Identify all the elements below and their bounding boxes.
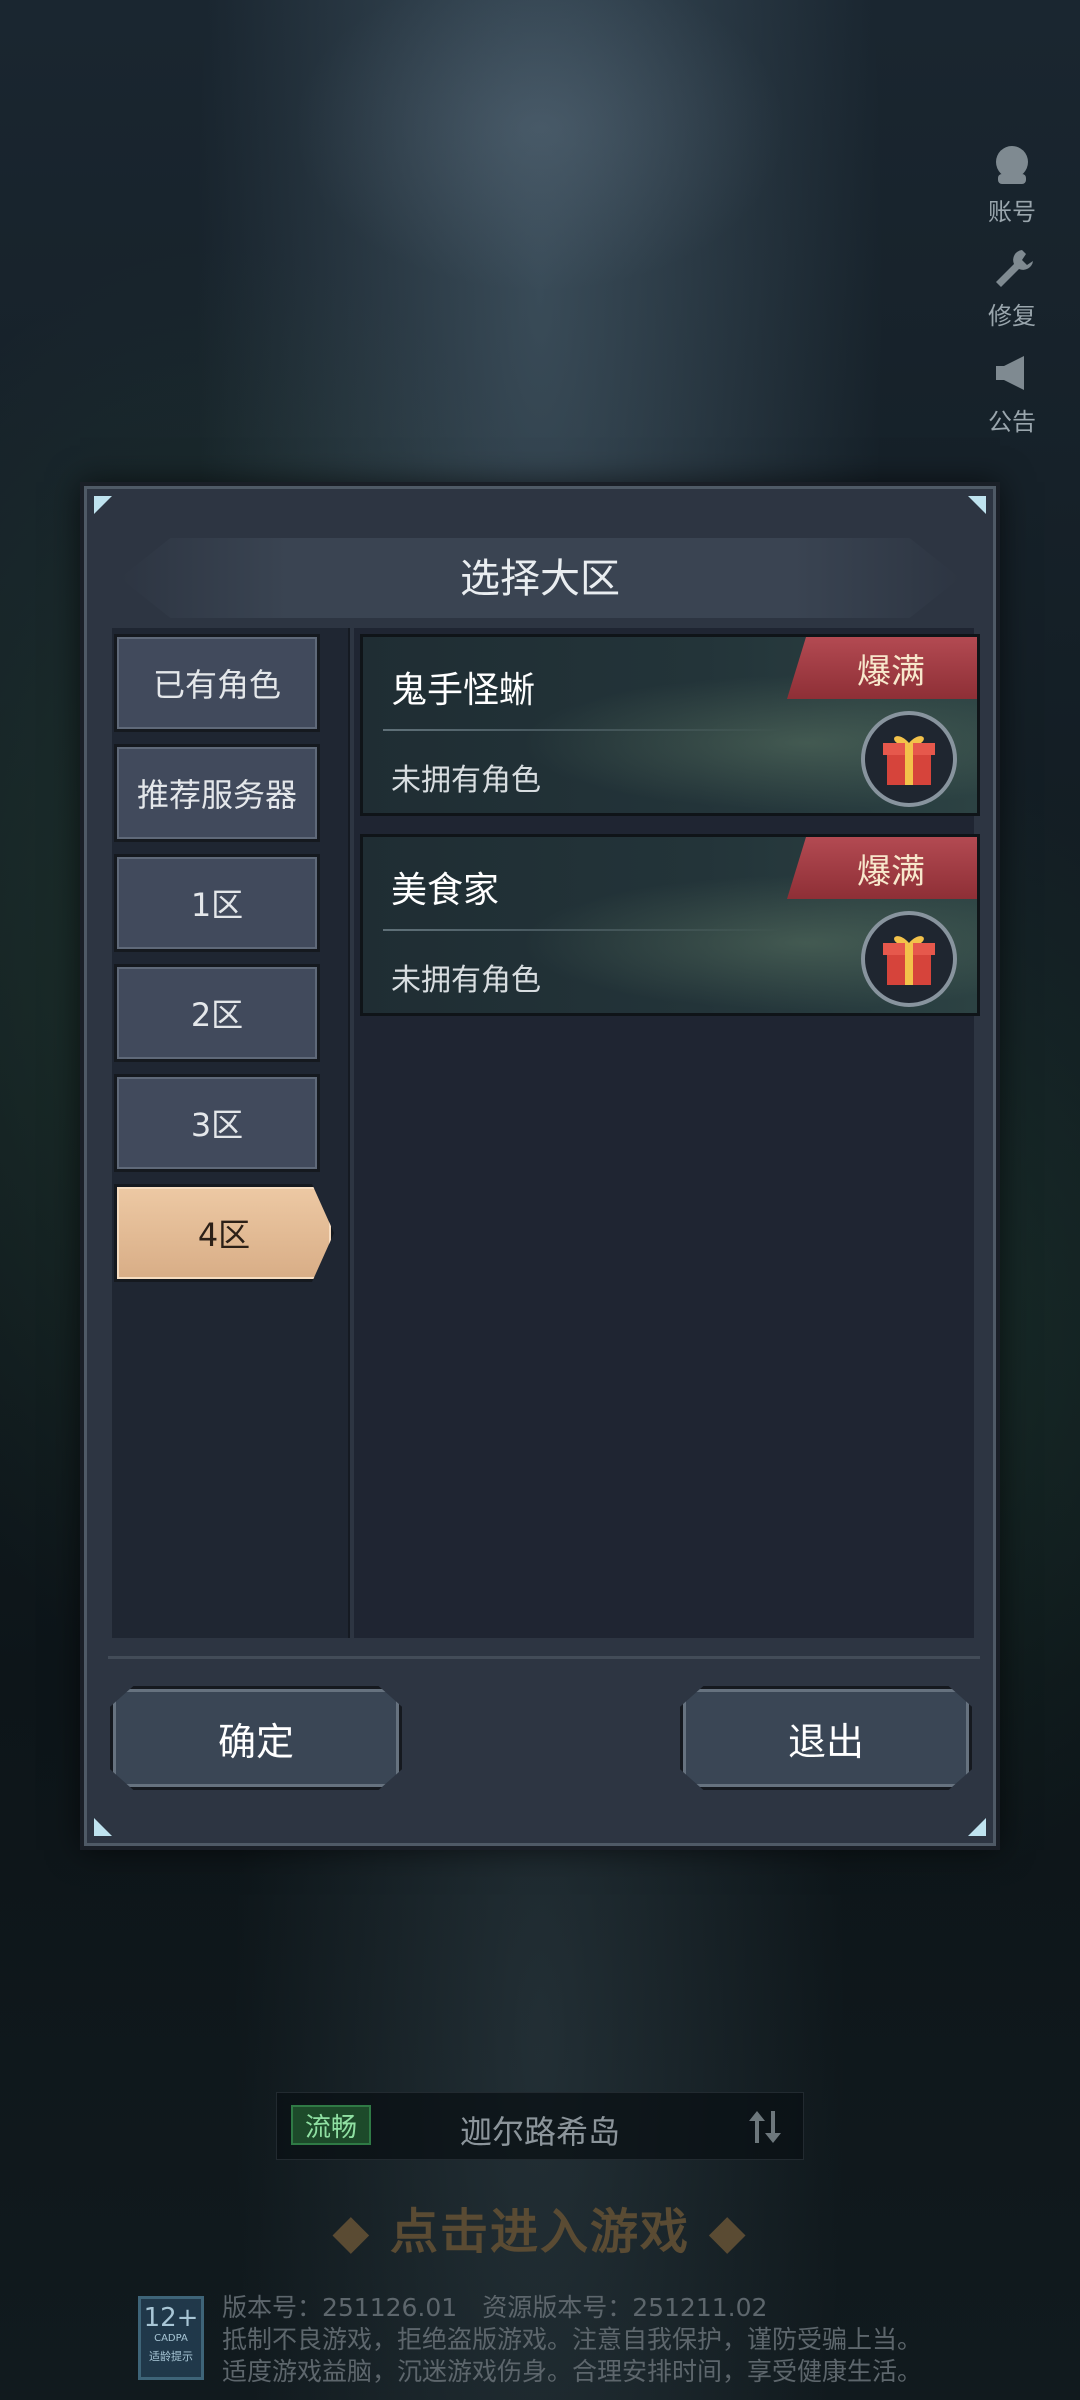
- repair-button[interactable]: 修复: [972, 244, 1052, 331]
- swap-icon: [749, 2111, 781, 2143]
- divider: [108, 1656, 980, 1659]
- age-rating: 12+: [143, 2303, 199, 2333]
- server-name: 美食家: [391, 870, 500, 911]
- select-zone-dialog: 选择大区 已有角色 推荐服务器 1区 2区 3区 4区 鬼手怪蜥 未拥有角色 爆…: [80, 482, 1000, 1850]
- zone-tab-2[interactable]: 2区: [114, 964, 320, 1062]
- corner-ornament: [94, 1818, 112, 1836]
- zone-tab-3[interactable]: 3区: [114, 1074, 320, 1172]
- account-icon: [996, 146, 1028, 184]
- account-label: 账号: [988, 198, 1036, 226]
- divider: [383, 729, 783, 731]
- corner-ornament: [968, 1818, 986, 1836]
- megaphone-icon: [996, 356, 1024, 390]
- corner-ornament: [94, 496, 112, 514]
- dialog-title: 选择大区: [460, 556, 620, 602]
- age-caption: 适龄提示: [149, 2350, 193, 2363]
- tap-to-enter-game[interactable]: ◆ 点击进入游戏 ◆: [0, 2192, 1080, 2262]
- health-notice-line: 抵制不良游戏，拒绝盗版游戏。注意自我保护，谨防受骗上当。: [222, 2325, 923, 2354]
- status-badge: 爆满: [787, 637, 977, 699]
- server-role-status: 未拥有角色: [391, 763, 541, 798]
- version-info: 版本号：251126.01 资源版本号：251211.02: [222, 2293, 768, 2322]
- status-badge: 爆满: [787, 837, 977, 899]
- age-rating-badge: 12+ CADPA 适龄提示: [138, 2296, 204, 2380]
- current-server-selector[interactable]: 流畅 迦尔路希岛: [276, 2092, 804, 2160]
- gift-button[interactable]: [861, 711, 957, 807]
- notice-label: 公告: [988, 408, 1036, 436]
- confirm-button[interactable]: 确定: [110, 1686, 402, 1790]
- server-card[interactable]: 美食家 未拥有角色 爆满: [360, 834, 980, 1016]
- wrench-icon: [996, 250, 1033, 287]
- gift-icon: [883, 936, 935, 985]
- background-art: [250, 0, 830, 320]
- age-org: CADPA: [154, 2333, 188, 2344]
- gift-button[interactable]: [861, 911, 957, 1007]
- server-role-status: 未拥有角色: [391, 963, 541, 998]
- zone-tab-existing-roles[interactable]: 已有角色: [114, 634, 320, 732]
- corner-ornament: [968, 496, 986, 514]
- account-button[interactable]: 账号: [972, 140, 1052, 227]
- legal-notice: 版本号：251126.01 资源版本号：251211.02 抵制不良游戏，拒绝盗…: [222, 2292, 922, 2388]
- health-notice-line: 适度游戏益脑，沉迷游戏伤身。合理安排时间，享受健康生活。: [222, 2357, 923, 2386]
- gift-icon: [883, 736, 935, 785]
- repair-label: 修复: [988, 302, 1036, 330]
- notice-button[interactable]: 公告: [972, 350, 1052, 437]
- server-card[interactable]: 鬼手怪蜥 未拥有角色 爆满: [360, 634, 980, 816]
- zone-tab-1[interactable]: 1区: [114, 854, 320, 952]
- divider: [383, 929, 783, 931]
- current-server-name: 迦尔路希岛: [459, 2113, 620, 2151]
- server-name: 鬼手怪蜥: [391, 670, 536, 711]
- zone-tab-recommended[interactable]: 推荐服务器: [114, 744, 320, 842]
- zone-tab-4-active[interactable]: 4区: [114, 1184, 334, 1282]
- exit-button[interactable]: 退出: [680, 1686, 972, 1790]
